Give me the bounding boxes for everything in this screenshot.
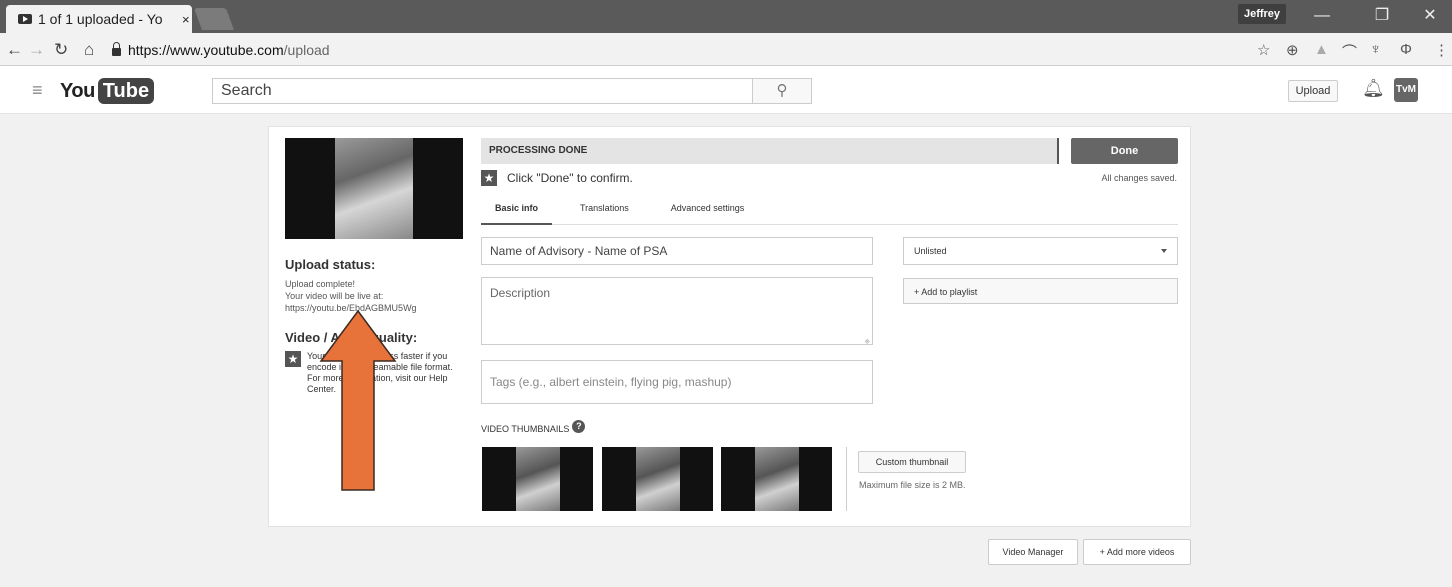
max-file-size-text: Maximum file size is 2 MB. <box>859 480 966 490</box>
help-icon[interactable]: ? <box>572 419 586 433</box>
custom-thumbnail-button[interactable]: Custom thumbnail <box>858 451 966 473</box>
extension-icon[interactable]: ⌒ <box>1342 41 1357 62</box>
visibility-value: Unlisted <box>914 246 947 256</box>
url-host: https://www.youtube.com <box>128 41 284 58</box>
maximize-icon[interactable]: ❐ <box>1362 4 1402 28</box>
youtube-header: ≡ You Tube ⚲ Upload 🔔︎ TvM <box>0 66 1452 114</box>
description-field[interactable]: Description <box>481 277 873 345</box>
lock-icon <box>112 41 121 56</box>
tab-title: 1 of 1 uploaded - Yo <box>38 11 163 27</box>
profile-chip[interactable]: Jeffrey <box>1238 4 1286 24</box>
upload-card: Upload status: Upload complete! Your vid… <box>268 126 1191 527</box>
forward-arrow-icon[interactable]: → <box>28 40 45 60</box>
thumbnails-label: VIDEO THUMBNAILS ? <box>481 419 586 434</box>
confirm-row: ★ Click "Done" to confirm. <box>481 170 633 186</box>
add-more-videos-button[interactable]: + Add more videos <box>1083 539 1191 565</box>
trophy-icon[interactable]: ♆ <box>1370 41 1381 58</box>
thumbnail-frame <box>516 447 560 511</box>
saved-status: All changes saved. <box>1101 173 1177 183</box>
logo-you: You <box>60 79 95 102</box>
video-manager-button[interactable]: Video Manager <box>988 539 1078 565</box>
star-icon: ★ <box>285 351 301 367</box>
thumbnail-frame <box>636 447 680 511</box>
reload-icon[interactable]: ↻ <box>54 40 68 60</box>
thumbnail-option[interactable] <box>482 447 593 511</box>
youtube-logo[interactable]: You Tube <box>60 78 155 104</box>
star-icon: ★ <box>481 170 497 186</box>
video-preview-thumbnail <box>285 138 463 239</box>
annotation-arrow-icon <box>319 309 397 491</box>
youtube-favicon-icon <box>18 14 32 24</box>
logo-tube: Tube <box>97 78 155 104</box>
hamburger-menu-icon[interactable]: ≡ <box>32 80 43 101</box>
browser-address-bar: ← → ↻ ⌂ https://www.youtube.com/upload ☆… <box>0 33 1452 66</box>
tab-close-icon[interactable]: × <box>182 12 190 27</box>
visibility-select[interactable]: Unlisted <box>903 237 1178 265</box>
search-button[interactable]: ⚲ <box>752 78 812 104</box>
live-at-text: Your video will be live at: <box>285 291 384 301</box>
search-bar: ⚲ <box>212 78 812 104</box>
search-input[interactable] <box>212 78 752 104</box>
upload-status-heading: Upload status: <box>285 257 376 272</box>
tab-translations[interactable]: Translations <box>566 200 643 225</box>
upload-tabs: Basic info Translations Advanced setting… <box>481 200 1178 225</box>
avatar[interactable]: TvM <box>1394 78 1418 102</box>
menu-dots-icon[interactable]: ⋮ <box>1434 41 1449 59</box>
notifications-bell-icon[interactable]: 🔔︎ <box>1362 78 1385 99</box>
tab-advanced-settings[interactable]: Advanced settings <box>657 200 759 225</box>
home-icon[interactable]: ⌂ <box>84 40 94 60</box>
search-icon: ⚲ <box>776 82 788 99</box>
done-button[interactable]: Done <box>1071 138 1178 164</box>
processing-status-bar: PROCESSING DONE <box>481 138 1059 164</box>
thumbnail-option[interactable] <box>721 447 832 511</box>
confirm-text: Click "Done" to confirm. <box>507 171 633 185</box>
url-field[interactable]: https://www.youtube.com/upload <box>112 37 1247 62</box>
thumbnail-option[interactable] <box>602 447 713 511</box>
drive-icon[interactable]: ▲ <box>1314 41 1329 58</box>
tags-field[interactable]: Tags (e.g., albert einstein, flying pig,… <box>481 360 873 404</box>
browser-tab-bar: 1 of 1 uploaded - Yo × Jeffrey — ❐ ✕ <box>0 0 1452 33</box>
chevron-down-icon <box>1161 249 1167 253</box>
bookmark-star-icon[interactable]: ☆ <box>1257 41 1270 59</box>
video-preview-frame <box>335 138 413 239</box>
thumbnail-divider <box>846 447 847 511</box>
upload-complete-text: Upload complete! <box>285 279 356 289</box>
thumbnails-label-text: VIDEO THUMBNAILS <box>481 424 570 434</box>
tab-basic-info[interactable]: Basic info <box>481 200 553 225</box>
browser-tab[interactable]: 1 of 1 uploaded - Yo × <box>6 5 192 33</box>
upload-button[interactable]: Upload <box>1288 80 1338 102</box>
title-field[interactable]: Name of Advisory - Name of PSA <box>481 237 873 265</box>
back-arrow-icon[interactable]: ← <box>6 40 23 60</box>
url-path: /upload <box>283 41 330 58</box>
pin-icon[interactable]: Φ <box>1400 41 1412 58</box>
add-to-playlist-button[interactable]: + Add to playlist <box>903 278 1178 304</box>
new-tab-button[interactable] <box>193 8 235 30</box>
extension-icon[interactable]: ⊕ <box>1286 41 1299 59</box>
minimize-icon[interactable]: — <box>1302 4 1342 28</box>
thumbnail-frame <box>755 447 799 511</box>
annotation-arrow-shape <box>319 309 397 491</box>
processing-divider <box>1057 138 1059 164</box>
close-window-icon[interactable]: ✕ <box>1410 4 1450 28</box>
